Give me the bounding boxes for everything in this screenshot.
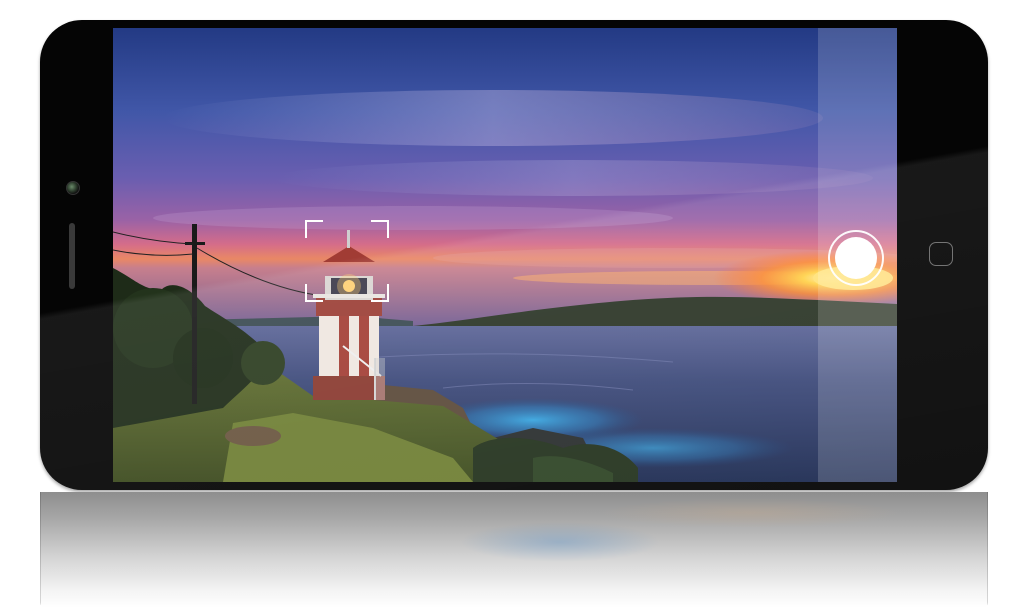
- camera-viewfinder[interactable]: [113, 28, 897, 482]
- shutter-circle-icon: [835, 237, 877, 279]
- focus-frame[interactable]: [305, 220, 389, 302]
- speaker-slot: [69, 223, 75, 289]
- home-button[interactable]: [929, 242, 953, 266]
- phone-reflection: [40, 492, 988, 608]
- focus-corner-bottom-right: [371, 284, 389, 302]
- focus-corner-top-left: [305, 220, 323, 238]
- focus-corner-bottom-left: [305, 284, 323, 302]
- focus-corner-top-right: [371, 220, 389, 238]
- front-camera-icon: [66, 181, 80, 195]
- phone-body: [40, 20, 988, 490]
- device-mockup: [0, 0, 1024, 611]
- viewfinder-preview: [113, 28, 897, 482]
- shutter-button[interactable]: [828, 230, 884, 286]
